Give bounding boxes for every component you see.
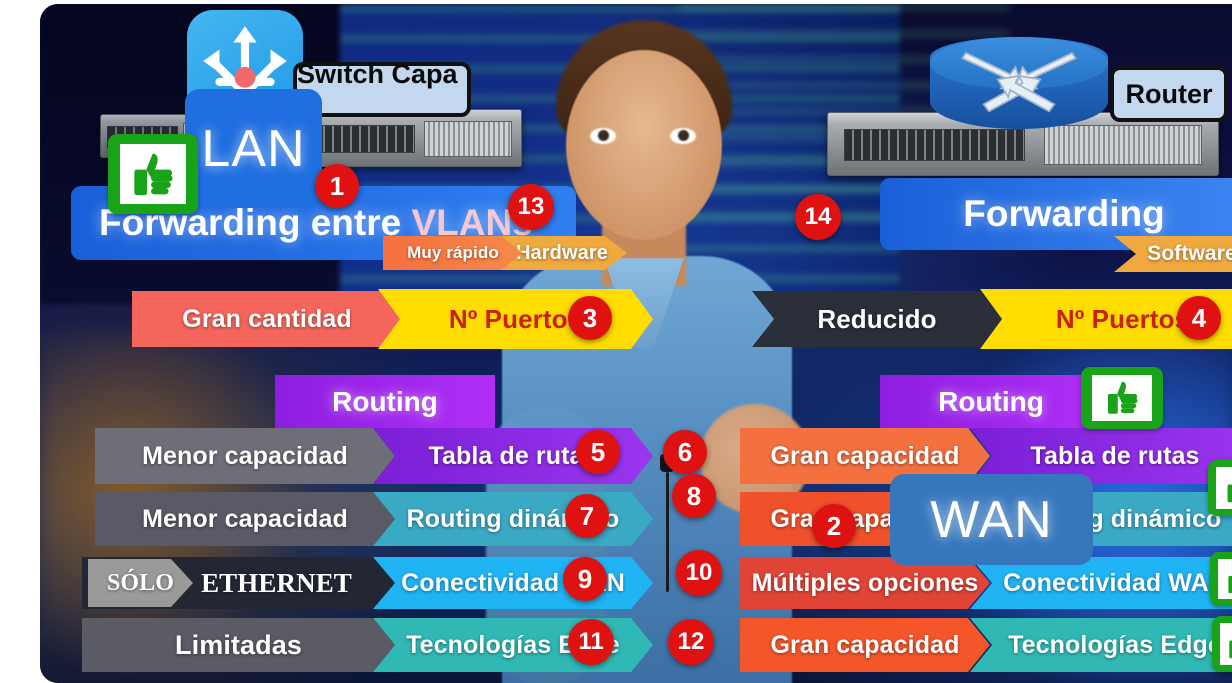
row-wanconn-right-router-label: Conectividad WAN bbox=[1003, 568, 1227, 597]
step-badge-6[interactable]: 6 bbox=[663, 430, 707, 474]
thumbs-up-icon bbox=[1208, 460, 1232, 516]
wan-box: WAN bbox=[890, 474, 1093, 565]
step-badge-2[interactable]: 2 bbox=[812, 504, 856, 548]
row-wanconn-right-switch: Conectividad WAN bbox=[373, 557, 653, 609]
step-badge-11[interactable]: 11 bbox=[568, 619, 614, 665]
thumbs-up-icon bbox=[1210, 552, 1232, 606]
row-routes-left-router-label: Gran capacidad bbox=[770, 441, 960, 470]
arrow-muy-rapido: Muy rápido bbox=[383, 236, 523, 270]
step-badge-8[interactable]: 8 bbox=[672, 474, 716, 518]
row-wanconn-left-switch-prefix-label: SÓLO bbox=[106, 569, 175, 596]
router-icon bbox=[930, 37, 1108, 129]
video-frame: Switch Capa 3 LAN Forwarding entre VLANs… bbox=[40, 4, 1232, 683]
row-edge-left-switch: Limitadas bbox=[82, 618, 395, 672]
forwarding-banner-router-label: Forwarding bbox=[963, 193, 1165, 234]
row-wanconn-left-switch-prefix: SÓLO bbox=[88, 559, 193, 607]
row-wanconn-right-switch-label: Conectividad WAN bbox=[401, 568, 625, 597]
step-badge-4[interactable]: 4 bbox=[1177, 296, 1221, 340]
row-wanconn-left-router-label: Múltiples opciones bbox=[751, 568, 979, 597]
row-ports-left-switch-label: Gran cantidad bbox=[182, 304, 352, 333]
step-badge-14[interactable]: 14 bbox=[795, 194, 841, 240]
step-badge-5[interactable]: 5 bbox=[576, 430, 620, 474]
routing-tag-switch: Routing bbox=[275, 375, 495, 429]
step-badge-13[interactable]: 13 bbox=[508, 184, 554, 230]
step-badge-9[interactable]: 9 bbox=[563, 557, 607, 601]
arrow-muy-rapido-label: Muy rápido bbox=[407, 243, 499, 262]
row-routes-right-router-label: Tabla de rutas bbox=[1030, 441, 1200, 470]
lan-box: LAN bbox=[185, 89, 322, 208]
lapel-mic-wire bbox=[666, 472, 669, 592]
row-edge-left-switch-label: Limitadas bbox=[175, 629, 302, 660]
row-edge-left-router-label: Gran capacidad bbox=[770, 630, 960, 659]
row-edge-left-router: Gran capacidad bbox=[740, 618, 990, 672]
row-edge-right-router-label: Tecnologías Edge bbox=[1008, 630, 1222, 659]
step-badge-7[interactable]: 7 bbox=[565, 494, 609, 538]
row-ports-left-switch: Gran cantidad bbox=[132, 291, 402, 347]
thumbs-up-icon bbox=[1081, 367, 1163, 429]
step-badge-1[interactable]: 1 bbox=[315, 164, 359, 208]
step-badge-12[interactable]: 12 bbox=[668, 619, 714, 665]
routing-tag-router: Routing bbox=[880, 375, 1102, 429]
step-badge-10[interactable]: 10 bbox=[676, 550, 722, 596]
row-routes-left-switch-label: Menor capacidad bbox=[142, 441, 348, 470]
row-dynamic-right-switch: Routing dinámico bbox=[373, 492, 653, 546]
presenter-eye-right bbox=[670, 128, 696, 144]
row-ports-left-router: Reducido bbox=[752, 291, 1002, 347]
row-ports-left-router-label: Reducido bbox=[817, 303, 937, 334]
row-edge-right-router: Tecnologías Edge bbox=[970, 618, 1232, 672]
row-dynamic-left-switch-label: Menor capacidad bbox=[142, 504, 348, 533]
router-label: Router bbox=[1110, 66, 1228, 122]
step-badge-3[interactable]: 3 bbox=[568, 296, 612, 340]
presenter-face bbox=[566, 50, 722, 240]
thumbs-up-icon bbox=[1212, 616, 1232, 672]
presenter-eye-left bbox=[590, 128, 616, 144]
row-routes-left-switch: Menor capacidad bbox=[95, 428, 395, 484]
row-dynamic-left-switch: Menor capacidad bbox=[95, 492, 395, 546]
thumbs-up-icon bbox=[108, 134, 198, 214]
row-dynamic-right-switch-label: Routing dinámico bbox=[406, 504, 620, 533]
